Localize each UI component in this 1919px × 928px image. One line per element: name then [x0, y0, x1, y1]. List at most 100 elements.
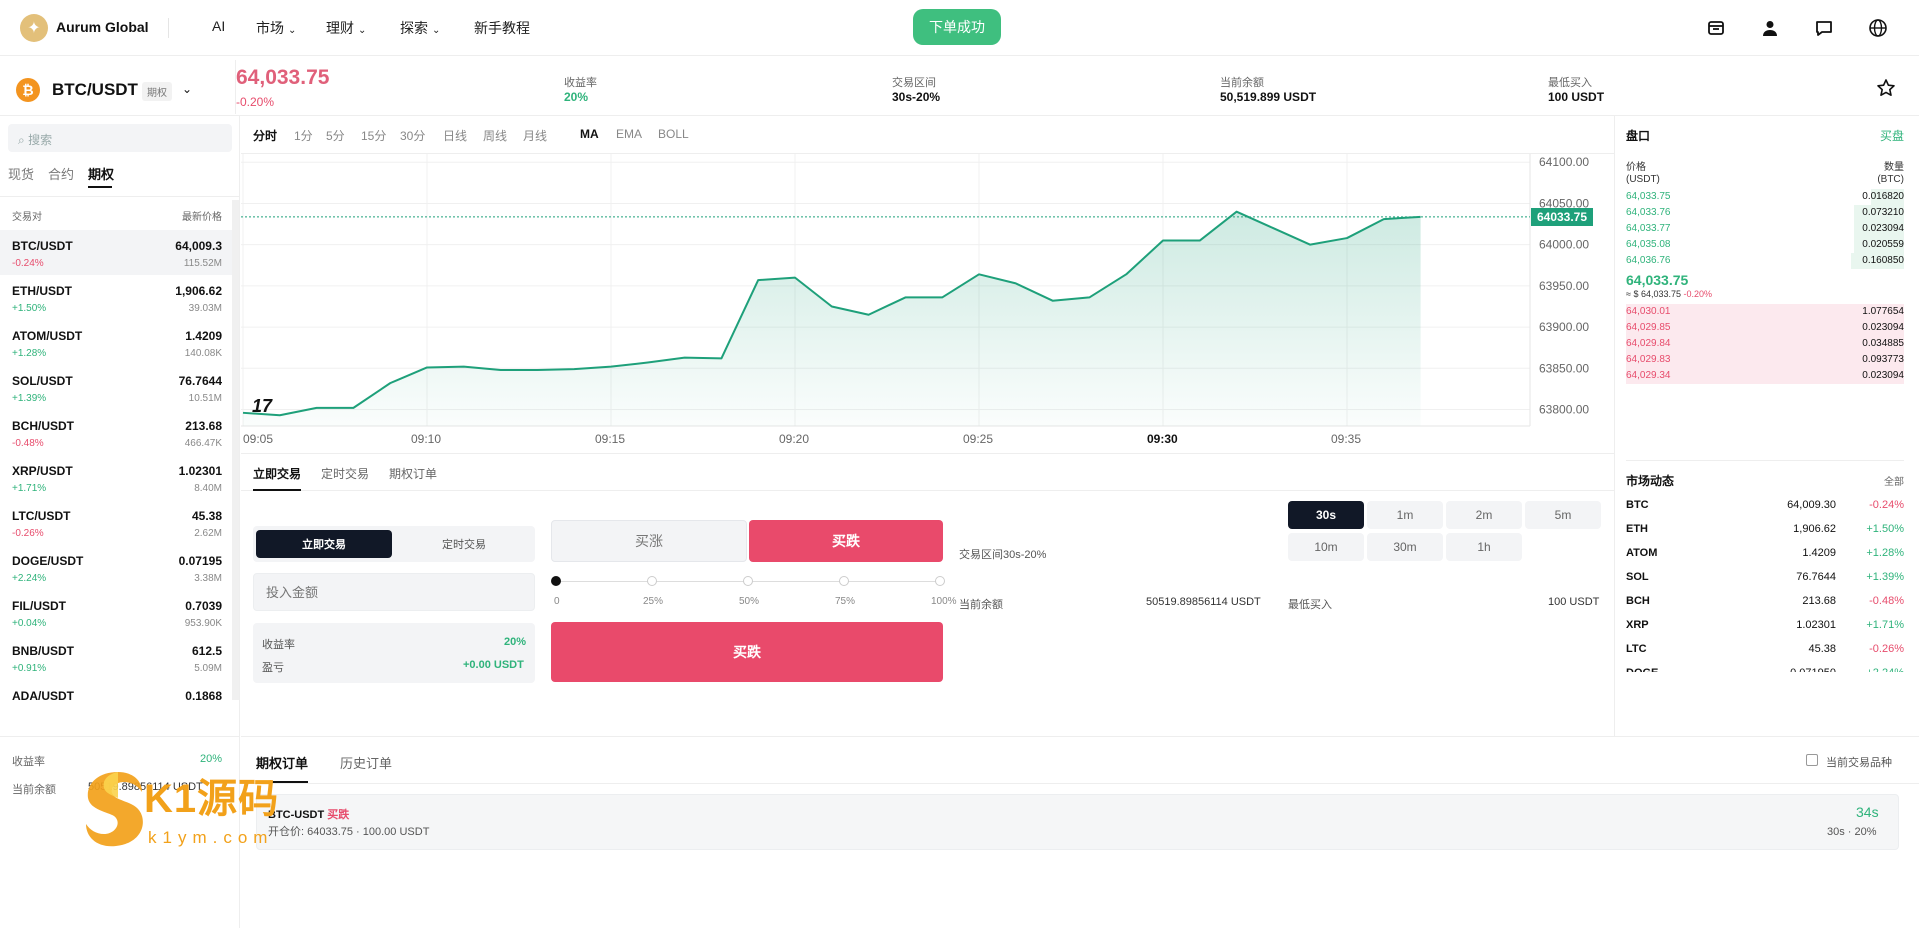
ob-bid-row[interactable]: 64,033.76 0.073210	[1626, 205, 1904, 221]
pnl-value: +0.00 USDT	[463, 659, 524, 671]
timeframe-4[interactable]: 30分	[400, 127, 425, 144]
ob-ask-row[interactable]: 64,030.01 1.077654	[1626, 304, 1904, 320]
brand-name[interactable]: Aurum Global	[56, 19, 149, 35]
pair-title[interactable]: BTC/USDT	[52, 80, 138, 100]
filter-checkbox[interactable]	[1806, 754, 1818, 766]
pair-row[interactable]: DOGE/USDT 0.07195 +2.24% 3.38M	[0, 545, 232, 590]
ob-ask-row[interactable]: 64,029.34 0.023094	[1626, 368, 1904, 384]
sidebar-scrollbar[interactable]	[232, 200, 239, 700]
ob-ask-row[interactable]: 64,029.83 0.093773	[1626, 352, 1904, 368]
market-row[interactable]: DOGE 0.071950 +2.24%	[1626, 662, 1904, 672]
amount-input[interactable]	[253, 573, 535, 611]
market-row[interactable]: LTC 45.38 -0.26%	[1626, 638, 1904, 662]
pair-row[interactable]: XRP/USDT 1.02301 +1.71% 8.40M	[0, 455, 232, 500]
nav-item-0[interactable]: AI	[212, 18, 225, 34]
ob-bid-row[interactable]: 64,035.08 0.020559	[1626, 237, 1904, 253]
market-change: -0.48%	[1869, 595, 1904, 607]
user-icon[interactable]	[1758, 16, 1782, 40]
pair-row[interactable]: LTC/USDT 45.38 -0.26% 2.62M	[0, 500, 232, 545]
duration-30s[interactable]: 30s	[1288, 501, 1364, 529]
pair-price: 45.38	[191, 509, 222, 523]
globe-icon[interactable]	[1866, 16, 1890, 40]
ob-ask-row[interactable]: 64,029.85 0.023094	[1626, 320, 1904, 336]
stat-label: 最低买入	[1548, 77, 1592, 89]
favorite-star-icon[interactable]	[1876, 78, 1896, 101]
ob-ask-row[interactable]: 64,029.84 0.034885	[1626, 336, 1904, 352]
pair-row[interactable]: ATOM/USDT 1.4209 +1.28% 140.08K	[0, 320, 232, 365]
price-change: -0.20%	[236, 95, 275, 109]
market-row[interactable]: BCH 213.68 -0.48%	[1626, 590, 1904, 614]
nav-item-3[interactable]: 探索 ⌄	[400, 18, 440, 38]
pair-row[interactable]: BCH/USDT 213.68 -0.48% 466.47K	[0, 410, 232, 455]
order-book-mode[interactable]: 买盘	[1880, 127, 1904, 144]
submit-order-button[interactable]: 买跌	[551, 622, 943, 682]
market-row[interactable]: BTC 64,009.30 -0.24%	[1626, 494, 1904, 518]
duration-30m[interactable]: 30m	[1367, 533, 1443, 561]
ob-bid-row[interactable]: 64,033.77 0.023094	[1626, 221, 1904, 237]
duration-2m[interactable]: 2m	[1446, 501, 1522, 529]
pair-row[interactable]: SOL/USDT 76.7644 +1.39% 10.51M	[0, 365, 232, 410]
tab-instant-trade[interactable]: 立即交易	[253, 465, 301, 482]
nav-item-1[interactable]: 市场 ⌄	[256, 18, 296, 38]
market-row[interactable]: SOL 76.7644 +1.39%	[1626, 566, 1904, 590]
market-row[interactable]: ATOM 1.4209 +1.28%	[1626, 542, 1904, 566]
tab-history-orders[interactable]: 历史订单	[340, 753, 392, 772]
timeframe-6[interactable]: 周线	[483, 127, 507, 144]
tab-futures[interactable]: 合约	[48, 164, 74, 183]
wallet-icon[interactable]	[1704, 16, 1728, 40]
ob-bid-price: 64,033.76	[1626, 207, 1671, 218]
nav-item-2[interactable]: 理财 ⌄	[326, 18, 366, 38]
market-row[interactable]: ETH 1,906.62 +1.50%	[1626, 518, 1904, 542]
pair-row[interactable]: BNB/USDT 612.5 +0.91% 5.09M	[0, 635, 232, 680]
timeframe-2[interactable]: 5分	[326, 127, 345, 144]
tab-spot[interactable]: 现货	[8, 164, 34, 183]
indicator-ma[interactable]: MA	[580, 127, 599, 141]
tab-options[interactable]: 期权	[88, 164, 114, 183]
pair-row[interactable]: ADA/USDT 0.1868	[0, 680, 232, 725]
tab-timed-trade[interactable]: 定时交易	[321, 465, 369, 482]
mode-immediate-button[interactable]: 立即交易	[256, 530, 392, 558]
slider-label: 50%	[739, 596, 760, 607]
indicator-ema[interactable]: EMA	[616, 127, 642, 141]
market-all-link[interactable]: 全部	[1884, 473, 1904, 488]
market-symbol: ETH	[1626, 523, 1648, 535]
slider-stop[interactable]	[743, 576, 753, 586]
pair-row[interactable]: FIL/USDT 0.7039 +0.04% 953.90K	[0, 590, 232, 635]
ob-bid-qty: 0.073210	[1862, 207, 1904, 218]
indicator-boll[interactable]: BOLL	[658, 127, 689, 141]
order-card[interactable]	[256, 794, 1899, 850]
slider-stop[interactable]	[647, 576, 657, 586]
timeframe-1[interactable]: 1分	[294, 127, 313, 144]
mode-timed-button[interactable]: 定时交易	[396, 530, 532, 558]
duration-1m[interactable]: 1m	[1367, 501, 1443, 529]
chevron-down-icon[interactable]: ⌄	[182, 82, 192, 96]
slider-stop[interactable]	[935, 576, 945, 586]
duration-1h[interactable]: 1h	[1446, 533, 1522, 561]
price-chart[interactable]: 64100.0064050.0064000.0063950.0063900.00…	[241, 154, 1614, 452]
pair-price: 0.7039	[185, 599, 222, 613]
ob-bid-row[interactable]: 64,033.75 0.016820	[1626, 189, 1904, 205]
chat-icon[interactable]	[1812, 16, 1836, 40]
market-title: 市场动态	[1626, 474, 1675, 488]
timeframe-7[interactable]: 月线	[523, 127, 547, 144]
tab-option-orders[interactable]: 期权订单	[389, 465, 437, 482]
timeframe-0[interactable]: 分时	[253, 127, 277, 144]
search-input[interactable]: ⌕ 搜索	[8, 124, 232, 152]
nav-item-4[interactable]: 新手教程	[474, 18, 530, 38]
pair-name: XRP/USDT	[12, 464, 73, 478]
timeframe-3[interactable]: 15分	[361, 127, 386, 144]
timeframe-5[interactable]: 日线	[443, 127, 467, 144]
brand-logo-icon[interactable]: ✦	[20, 14, 48, 42]
market-row[interactable]: XRP 1.02301 +1.71%	[1626, 614, 1904, 638]
slider-stop[interactable]	[551, 576, 561, 586]
duration-5m[interactable]: 5m	[1525, 501, 1601, 529]
ob-bid-row[interactable]: 64,036.76 0.160850	[1626, 253, 1904, 269]
buy-down-button[interactable]: 买跌	[749, 520, 943, 562]
pair-row[interactable]: BTC/USDT 64,009.3 -0.24% 115.52M	[0, 230, 232, 275]
stat-value: 30s-20%	[892, 90, 941, 104]
slider-stop[interactable]	[839, 576, 849, 586]
duration-10m[interactable]: 10m	[1288, 533, 1364, 561]
buy-up-button[interactable]: 买涨	[551, 520, 747, 562]
pair-row[interactable]: ETH/USDT 1,906.62 +1.50% 39.03M	[0, 275, 232, 320]
market-symbol: LTC	[1626, 643, 1647, 655]
